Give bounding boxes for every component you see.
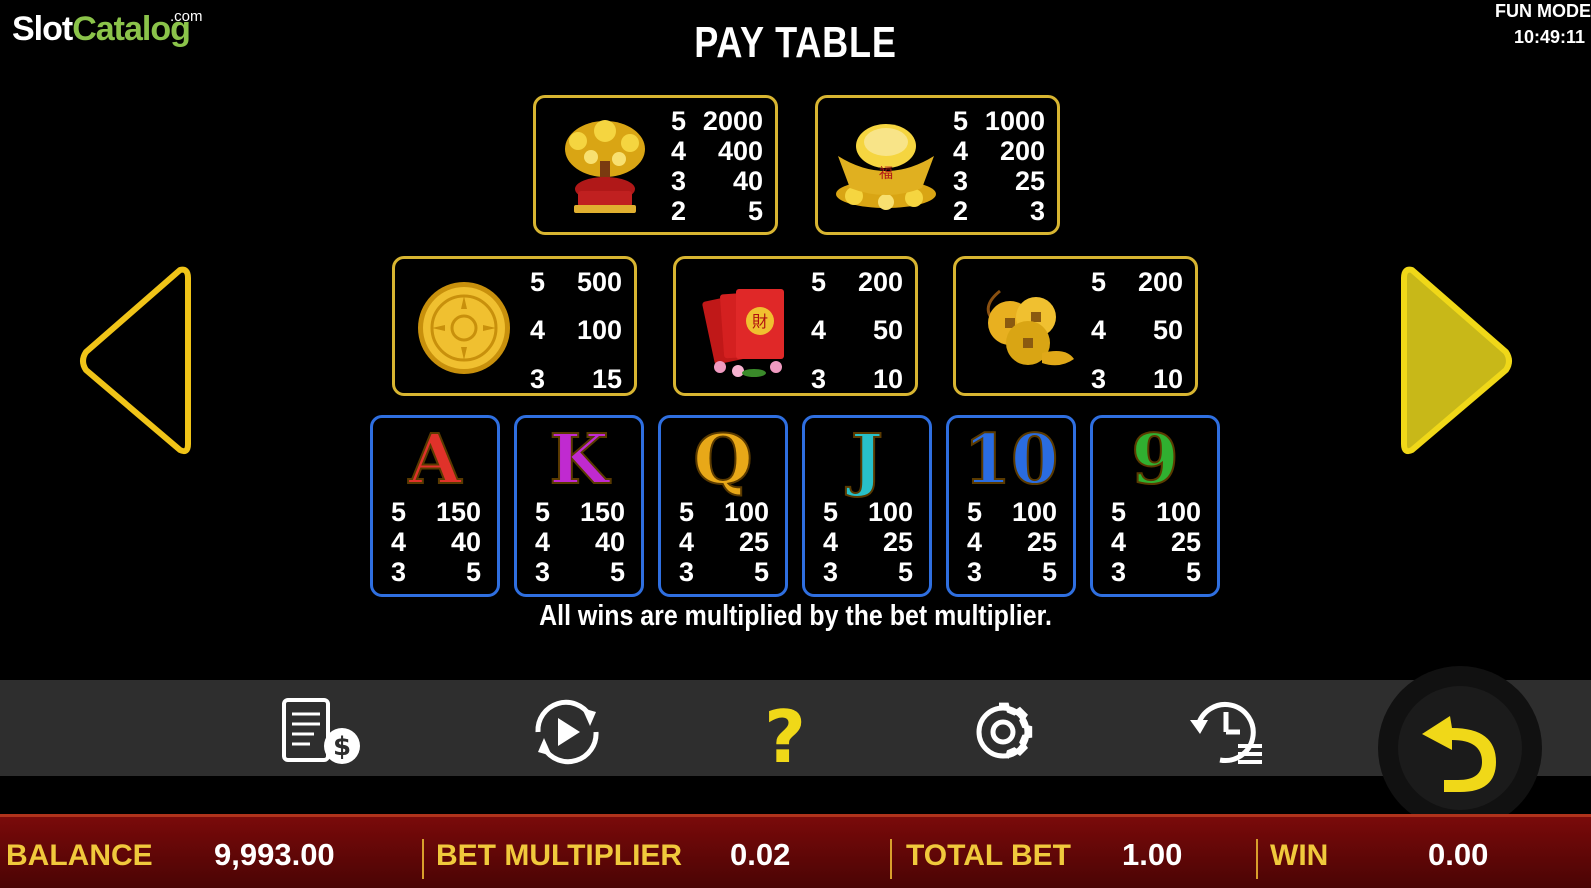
status-divider <box>890 839 892 879</box>
triangle-right-icon[interactable] <box>1398 262 1516 460</box>
total-bet-label: TOTAL BET <box>906 839 1071 872</box>
win-value: 0.00 <box>1428 837 1489 872</box>
paytable-values: 5 100 4 25 35 <box>967 497 1057 587</box>
number-9-symbol: 9 <box>1130 420 1179 500</box>
history-icon[interactable] <box>1186 696 1272 768</box>
red-envelopes-icon: 財 <box>702 289 784 377</box>
balance-value: 9,993.00 <box>214 837 335 872</box>
autoplay-icon[interactable] <box>524 696 610 768</box>
bet-multiplier-label: BET MULTIPLIER <box>436 839 683 872</box>
paytable-box-red-envelopes: 財 5 200 4 50 3 10 <box>673 256 918 396</box>
mode-indicator: FUN MODE 10:49:11 <box>1495 0 1591 50</box>
letter-a-symbol: A <box>408 420 463 500</box>
gold-coin-icon <box>418 282 510 374</box>
paytable-box-money-tree: 5 2000 4 400 3 40 25 <box>533 95 778 235</box>
paytable-box-letter-j: J 5 100 4 25 35 <box>802 415 932 597</box>
svg-text:財: 財 <box>752 312 768 331</box>
paytable-values: 5 1000 4 200 3 25 23 <box>953 106 1045 226</box>
settings-gear-icon[interactable] <box>960 696 1046 768</box>
logo-slot-text: Slot <box>12 10 73 48</box>
return-button-inner <box>1398 686 1522 810</box>
paytable-box-coin-string: 5 200 4 50 3 10 <box>953 256 1198 396</box>
number-10-symbol: 10 <box>963 420 1060 500</box>
balance-label: BALANCE <box>6 839 153 872</box>
paytable-box-letter-q: Q 5 100 4 25 35 <box>658 415 788 597</box>
letter-q-symbol: Q <box>692 420 753 500</box>
clock-time: 10:49:11 <box>1513 27 1585 47</box>
status-divider <box>422 839 424 879</box>
paytable-values: 5 100 4 25 35 <box>679 497 769 587</box>
paytable-box-letter-k: K 5 150 4 40 35 <box>514 415 644 597</box>
paytable-box-letter-a: A 5 150 4 40 35 <box>370 415 500 597</box>
paytable-box-gold-coin: 5 500 4 100 3 15 <box>392 256 637 396</box>
paytable-values: 5 100 4 25 35 <box>1111 497 1201 587</box>
paytable-values: 5 100 4 25 35 <box>823 497 913 587</box>
bottom-toolbar: $ ? <box>0 680 1591 776</box>
paytable-box-number-10: 10 5 100 4 25 35 <box>946 415 1076 597</box>
status-bar: BALANCE 9,993.00 BET MULTIPLIER 0.02 TOT… <box>0 814 1591 888</box>
coin-string-icon <box>986 289 1074 366</box>
paytable-values: 5 150 4 40 35 <box>535 497 625 587</box>
letter-k-symbol: K <box>548 420 609 500</box>
svg-text:$: $ <box>333 732 351 762</box>
status-divider <box>1256 839 1258 879</box>
triangle-left-icon[interactable] <box>76 262 194 460</box>
help-icon[interactable]: ? <box>742 696 828 768</box>
paytable-values: 5 200 4 50 3 10 <box>811 267 903 394</box>
letter-j-symbol: J <box>850 420 884 500</box>
paytable-values: 5 2000 4 400 3 40 25 <box>671 106 763 226</box>
paytable-values: 5 500 4 100 3 15 <box>530 267 622 394</box>
money-tree-icon <box>565 120 645 213</box>
return-button[interactable] <box>1378 666 1542 830</box>
gold-ingot-icon: 福 <box>836 124 936 210</box>
return-arrow-icon <box>1422 716 1496 792</box>
paytable-dollar-icon[interactable]: $ <box>280 696 366 768</box>
win-label: WIN <box>1270 839 1329 872</box>
svg-text:?: ? <box>764 696 806 768</box>
paytable-values: 5 150 4 40 35 <box>391 497 481 587</box>
paytable-values: 5 200 4 50 3 10 <box>1091 267 1183 394</box>
bet-multiplier-value[interactable]: 0.02 <box>730 837 790 873</box>
page-title: PAY TABLE <box>694 18 897 67</box>
paytable-box-number-9: 9 5 100 4 25 35 <box>1090 415 1220 597</box>
paytable-box-gold-ingot: 福 5 1000 4 200 3 25 23 <box>815 95 1060 235</box>
total-bet-value: 1.00 <box>1122 837 1183 872</box>
fun-mode-label: FUN MODE <box>1495 1 1591 21</box>
multiplier-note: All wins are multiplied by the bet multi… <box>539 600 1052 632</box>
svg-text:福: 福 <box>879 166 893 182</box>
